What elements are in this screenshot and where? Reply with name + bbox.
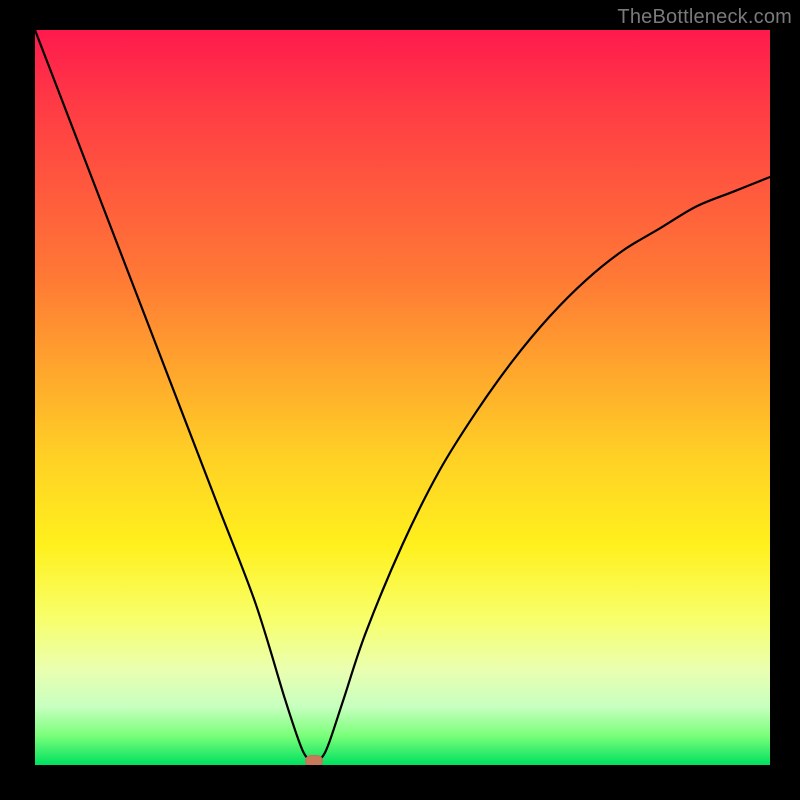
min-marker: [305, 755, 323, 765]
chart-frame: TheBottleneck.com: [0, 0, 800, 800]
bottleneck-curve: [35, 30, 770, 765]
watermark-text: TheBottleneck.com: [617, 6, 792, 29]
plot-area: [35, 30, 770, 765]
